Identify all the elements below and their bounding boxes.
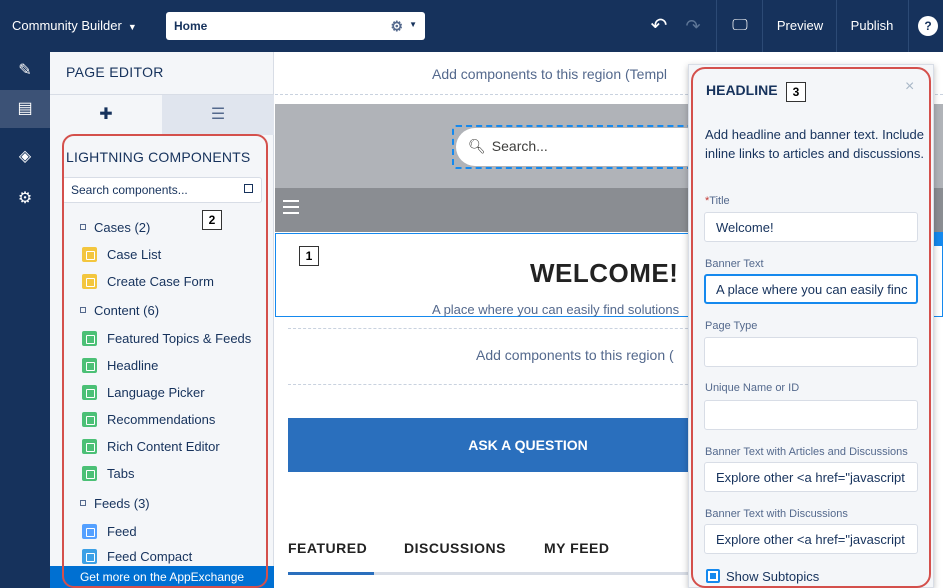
page-name: Home (174, 19, 208, 33)
redo-icon[interactable]: ↷ (678, 0, 708, 52)
search-icon: 🔍︎ (468, 138, 486, 154)
layers-icon[interactable]: ◈ (0, 138, 50, 176)
callout-number-3: 3 (786, 82, 806, 102)
search-placeholder: Search... (491, 138, 548, 154)
chevron-down-icon: ▼ (127, 22, 137, 32)
app-name: Community Builder (12, 18, 122, 33)
publish-button[interactable]: Publish (838, 0, 906, 52)
region-placeholder-mid[interactable]: Add components to this region ( (476, 347, 674, 363)
headline-title: WELCOME! (530, 258, 679, 288)
site-search-input[interactable]: 🔍︎ Search... (456, 128, 706, 166)
page-editor-title: PAGE EDITOR (66, 64, 164, 80)
left-rail: ✎ ▤ ◈ ⚙ (0, 52, 50, 588)
ask-label: ASK A QUESTION (468, 437, 588, 453)
gear-icon[interactable]: ⚙ (390, 18, 403, 35)
callout-number-2: 2 (202, 210, 222, 230)
region-placeholder-top[interactable]: Add components to this region (Templ (432, 66, 667, 82)
tab-my-feed[interactable]: MY FEED (544, 540, 609, 556)
ask-question-button[interactable]: ASK A QUESTION (288, 418, 708, 472)
tab-discussions[interactable]: DISCUSSIONS (404, 540, 506, 556)
help-icon[interactable]: ? (918, 16, 938, 36)
tab-components[interactable]: ✚ (50, 95, 162, 135)
callout-box-components (62, 134, 268, 588)
brush-icon[interactable]: ✎ (0, 52, 50, 90)
tab-underline (288, 572, 708, 575)
tab-page-structure[interactable]: ☰ (162, 95, 274, 135)
hamburger-menu-icon[interactable] (283, 200, 299, 214)
device-preview-icon[interactable]: 🖵 (722, 0, 758, 52)
list-icon: ☰ (210, 106, 226, 123)
undo-icon[interactable]: ↶ (640, 0, 678, 52)
editor-tabs: ✚ ☰ (50, 94, 274, 135)
page-selector[interactable]: Home ⚙ ▼ (166, 12, 425, 40)
headline-subtitle: A place where you can easily find soluti… (432, 302, 680, 317)
tab-featured[interactable]: FEATURED (288, 540, 367, 556)
callout-number-1: 1 (299, 246, 319, 266)
chevron-down-icon: ▼ (409, 20, 417, 29)
top-toolbar: Community Builder ▼ Home ⚙ ▼ ↶ ↷ 🖵 Previe… (0, 0, 943, 52)
callout-box-properties (691, 67, 931, 588)
gear-icon[interactable]: ⚙ (0, 180, 50, 218)
preview-button[interactable]: Preview (764, 0, 836, 52)
puzzle-icon: ✚ (99, 106, 113, 123)
app-switcher[interactable]: Community Builder ▼ (12, 18, 137, 33)
page-icon[interactable]: ▤ (0, 90, 50, 128)
